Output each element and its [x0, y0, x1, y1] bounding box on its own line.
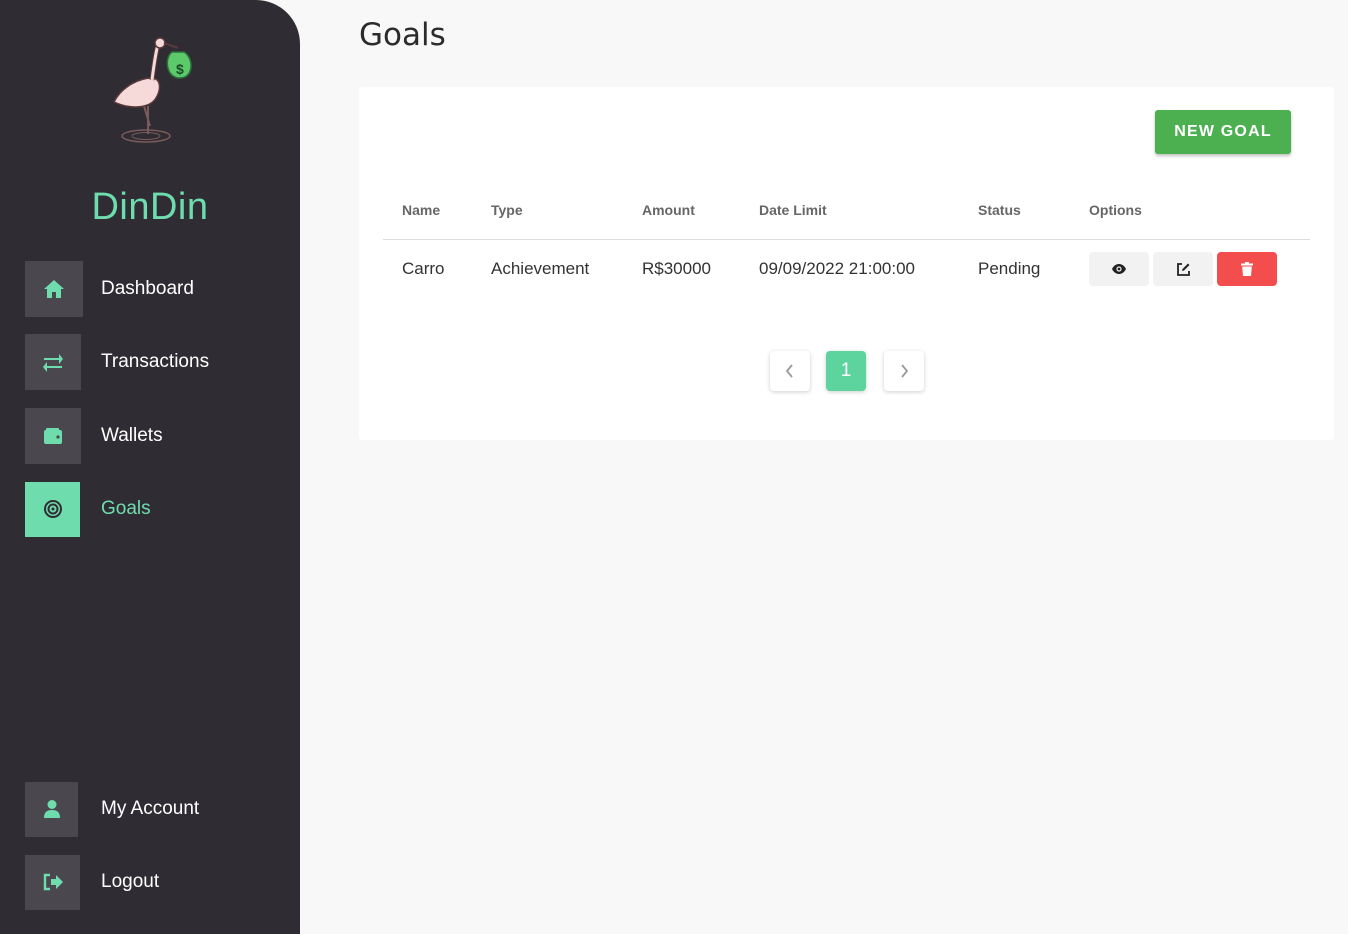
edit-icon	[1176, 262, 1190, 276]
column-header-amount: Amount	[642, 202, 695, 218]
sidebar-item-wallets[interactable]: Wallets	[25, 408, 163, 464]
svg-text:$: $	[176, 61, 184, 77]
next-page-button[interactable]	[884, 351, 924, 391]
eye-icon	[1112, 264, 1126, 274]
sidebar-item-my-account[interactable]: My Account	[25, 781, 199, 837]
brand-name: DinDin	[91, 186, 209, 228]
delete-goal-button[interactable]	[1217, 252, 1277, 286]
transfer-icon	[25, 334, 81, 390]
stork-logo: $	[112, 37, 192, 143]
sidebar-item-label: Dashboard	[101, 278, 194, 299]
cell-date-limit: 09/09/2022 21:00:00	[759, 259, 915, 278]
home-icon	[25, 261, 83, 317]
sidebar-item-dashboard[interactable]: Dashboard	[25, 261, 194, 317]
cell-type: Achievement	[491, 259, 590, 278]
column-header-status: Status	[978, 202, 1021, 218]
view-goal-button[interactable]	[1089, 252, 1149, 286]
chevron-right-icon	[901, 364, 909, 378]
sidebar-item-goals[interactable]: Goals	[25, 481, 151, 537]
sidebar-item-label: Wallets	[101, 425, 163, 446]
column-header-date-limit: Date Limit	[759, 202, 827, 218]
goals-card: NEW GOAL Name Type Amount Date Limit Sta…	[359, 87, 1334, 440]
chevron-left-icon	[785, 364, 793, 378]
edit-goal-button[interactable]	[1153, 252, 1213, 286]
sidebar-item-label: Goals	[101, 498, 151, 519]
cell-name: Carro	[402, 259, 445, 278]
column-header-name: Name	[402, 202, 441, 218]
logout-icon	[25, 854, 80, 910]
column-header-type: Type	[491, 202, 523, 218]
column-header-options: Options	[1089, 202, 1142, 218]
new-goal-button[interactable]: NEW GOAL	[1155, 110, 1291, 154]
cell-status: Pending	[978, 259, 1041, 278]
sidebar-item-label: My Account	[101, 798, 200, 819]
sidebar-item-transactions[interactable]: Transactions	[25, 334, 209, 390]
table-divider	[383, 239, 1310, 240]
page-title: Goals	[359, 17, 446, 53]
sidebar-item-label: Logout	[101, 871, 160, 892]
cell-amount: R$30000	[642, 259, 712, 278]
page-1-button[interactable]: 1	[826, 351, 866, 391]
sidebar-item-label: Transactions	[101, 351, 210, 372]
previous-page-button[interactable]	[770, 351, 810, 391]
user-icon	[25, 781, 78, 837]
trash-icon	[1241, 262, 1253, 276]
sidebar-item-logout[interactable]: Logout	[25, 854, 159, 910]
wallet-icon	[25, 408, 81, 464]
target-icon	[25, 481, 80, 537]
sidebar: $ DinDin Dashboard Transactions Wallets	[0, 0, 300, 934]
